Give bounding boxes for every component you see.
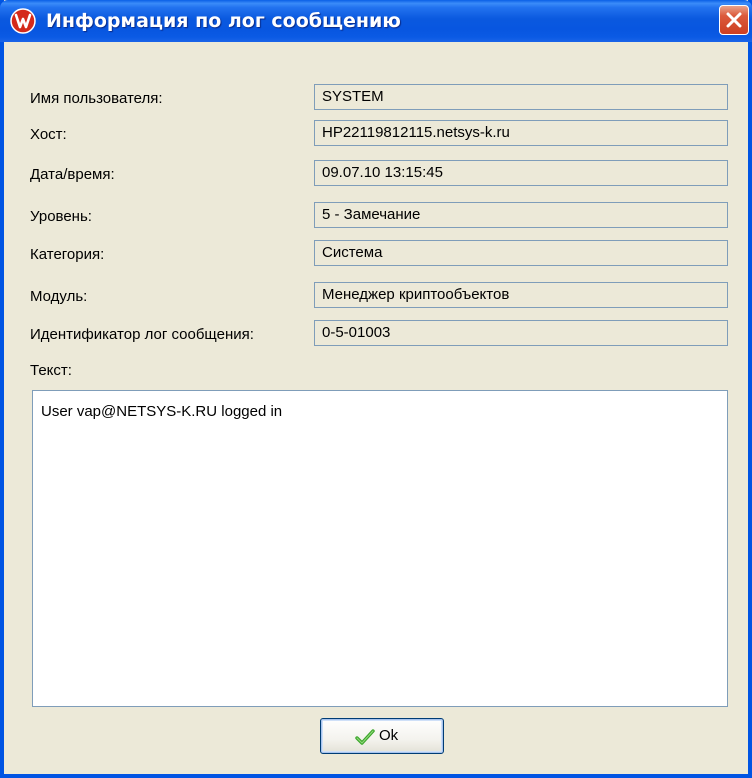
close-button[interactable] bbox=[719, 5, 749, 35]
host-label: Хост: bbox=[30, 126, 67, 143]
module-field[interactable]: Менеджер криптообъектов bbox=[314, 282, 728, 308]
module-label: Модуль: bbox=[30, 288, 88, 305]
username-label: Имя пользователя: bbox=[30, 90, 163, 107]
app-logo-icon bbox=[10, 8, 36, 34]
username-field[interactable]: SYSTEM bbox=[314, 84, 728, 110]
category-label: Категория: bbox=[30, 246, 105, 263]
message-text: User vap@NETSYS-K.RU logged in bbox=[41, 403, 283, 420]
text-label: Текст: bbox=[30, 362, 72, 379]
datetime-label: Дата/время: bbox=[30, 166, 115, 183]
datetime-field[interactable]: 09.07.10 13:15:45 bbox=[314, 160, 728, 186]
dialog-content: Имя пользователя: SYSTEM Хост: HP2211981… bbox=[4, 42, 748, 774]
dialog-window: Информация по лог сообщению Имя пользова… bbox=[0, 0, 752, 778]
category-field[interactable]: Система bbox=[314, 240, 728, 266]
level-label: Уровень: bbox=[30, 208, 92, 225]
host-field[interactable]: HP22119812115.netsys-k.ru bbox=[314, 120, 728, 146]
message-id-label: Идентификатор лог сообщения: bbox=[30, 326, 254, 343]
close-icon bbox=[726, 12, 742, 28]
message-text-area[interactable]: User vap@NETSYS-K.RU logged in bbox=[32, 390, 728, 707]
window-title: Информация по лог сообщению bbox=[46, 10, 401, 32]
title-bar[interactable]: Информация по лог сообщению bbox=[0, 0, 752, 42]
ok-button-label: Ok bbox=[379, 727, 399, 744]
level-field[interactable]: 5 - Замечание bbox=[314, 202, 728, 228]
ok-button[interactable]: Ok bbox=[320, 718, 444, 754]
message-id-field[interactable]: 0-5-01003 bbox=[314, 320, 728, 346]
checkmark-icon bbox=[355, 729, 375, 745]
